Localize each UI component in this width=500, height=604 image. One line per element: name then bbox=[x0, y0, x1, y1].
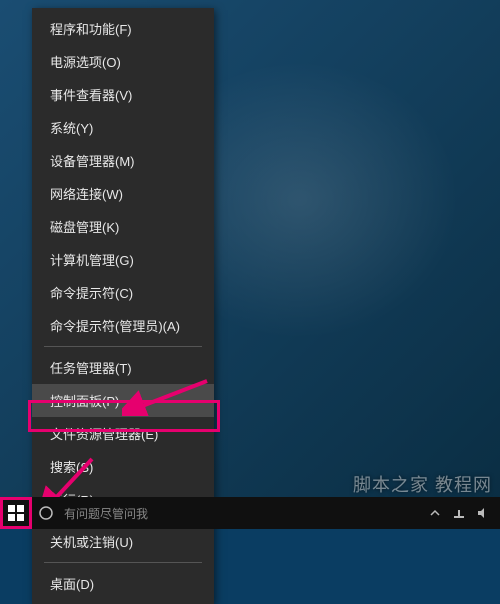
menu-shutdown-signout[interactable]: 关机或注销(U) bbox=[32, 525, 214, 558]
menu-separator bbox=[44, 346, 202, 347]
menu-computer-management[interactable]: 计算机管理(G) bbox=[32, 243, 214, 276]
tray-chevron-up-icon[interactable] bbox=[426, 504, 444, 522]
menu-command-prompt-admin[interactable]: 命令提示符(管理员)(A) bbox=[32, 309, 214, 342]
start-button[interactable] bbox=[0, 497, 32, 529]
menu-file-explorer[interactable]: 文件资源管理器(E) bbox=[32, 417, 214, 450]
taskbar-search-text[interactable]: 有问题尽管问我 bbox=[60, 505, 148, 522]
windows-logo-icon bbox=[8, 505, 24, 521]
menu-power-options[interactable]: 电源选项(O) bbox=[32, 45, 214, 78]
menu-device-manager[interactable]: 设备管理器(M) bbox=[32, 144, 214, 177]
menu-disk-management[interactable]: 磁盘管理(K) bbox=[32, 210, 214, 243]
circle-icon bbox=[38, 505, 54, 521]
menu-search[interactable]: 搜索(S) bbox=[32, 450, 214, 483]
menu-separator bbox=[44, 562, 202, 563]
menu-network-connections[interactable]: 网络连接(W) bbox=[32, 177, 214, 210]
tray-network-icon[interactable] bbox=[450, 504, 468, 522]
menu-command-prompt[interactable]: 命令提示符(C) bbox=[32, 276, 214, 309]
taskbar: 有问题尽管问我 bbox=[0, 497, 500, 529]
menu-desktop[interactable]: 桌面(D) bbox=[32, 567, 214, 600]
menu-system[interactable]: 系统(Y) bbox=[32, 111, 214, 144]
menu-programs-features[interactable]: 程序和功能(F) bbox=[32, 12, 214, 45]
system-tray bbox=[426, 504, 500, 522]
watermark-text: 脚本之家 教程网 bbox=[353, 471, 492, 497]
menu-event-viewer[interactable]: 事件查看器(V) bbox=[32, 78, 214, 111]
tray-volume-icon[interactable] bbox=[474, 504, 492, 522]
cortana-icon[interactable] bbox=[32, 497, 60, 529]
menu-task-manager[interactable]: 任务管理器(T) bbox=[32, 351, 214, 384]
menu-control-panel[interactable]: 控制面板(P) bbox=[32, 384, 214, 417]
